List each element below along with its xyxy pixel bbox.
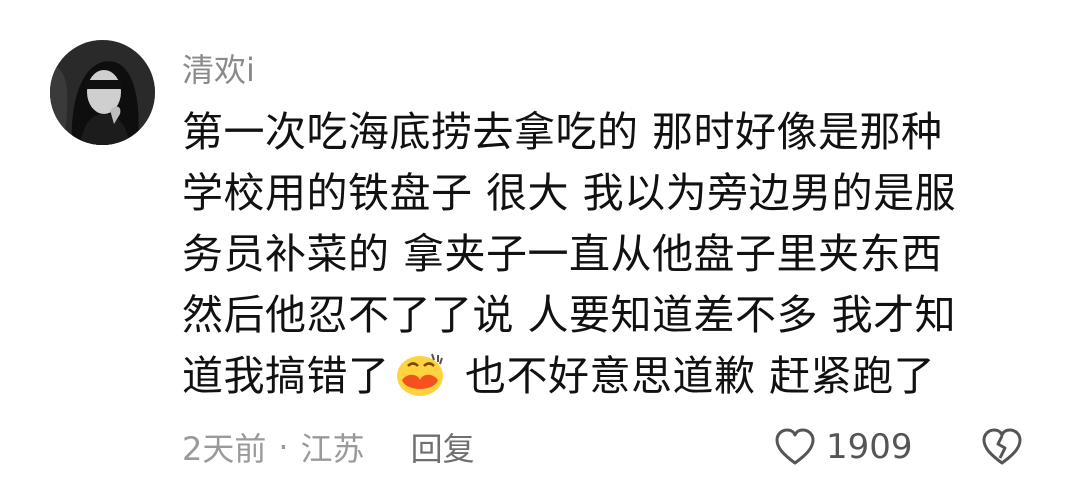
comment-line: 学校用的铁盘子 很大 我以为旁边男的是服	[182, 169, 957, 217]
comment-location: 江苏	[300, 430, 365, 468]
username[interactable]: 清欢i	[182, 48, 255, 92]
comment-card: 清欢i 第一次吃海底捞去拿吃的 那时好像是那种 学校用的铁盘子 很大 我以为旁边…	[0, 0, 1080, 499]
comment-time: 2天前	[182, 430, 267, 468]
comment-line: 也不好意思道歉 赶紧跑了	[451, 352, 936, 400]
comment-line: 然后他忍不了了说 人要知道差不多 我才知	[182, 291, 957, 339]
heart-icon	[775, 428, 815, 465]
reply-button[interactable]: 回复	[411, 424, 475, 470]
comment-line: 道我搞错了	[182, 352, 390, 400]
comment-text: 第一次吃海底捞去拿吃的 那时好像是那种 学校用的铁盘子 很大 我以为旁边男的是服…	[182, 102, 1042, 407]
like-count: 1909	[826, 427, 913, 467]
sweating-laughing-face-icon	[394, 350, 446, 398]
avatar-image	[50, 40, 155, 145]
comment-line: 第一次吃海底捞去拿吃的 那时好像是那种	[182, 108, 943, 156]
comment-line: 务员补菜的 拿夹子一直从他盘子里夹东西	[182, 230, 943, 278]
broken-heart-icon	[982, 428, 1022, 465]
meta-separator: ·	[278, 428, 289, 466]
avatar[interactable]	[50, 40, 155, 145]
dislike-button[interactable]	[982, 428, 1022, 466]
comment-meta: 2天前 · 江苏 回复	[182, 424, 475, 470]
like-button[interactable]: 1909	[774, 424, 913, 470]
